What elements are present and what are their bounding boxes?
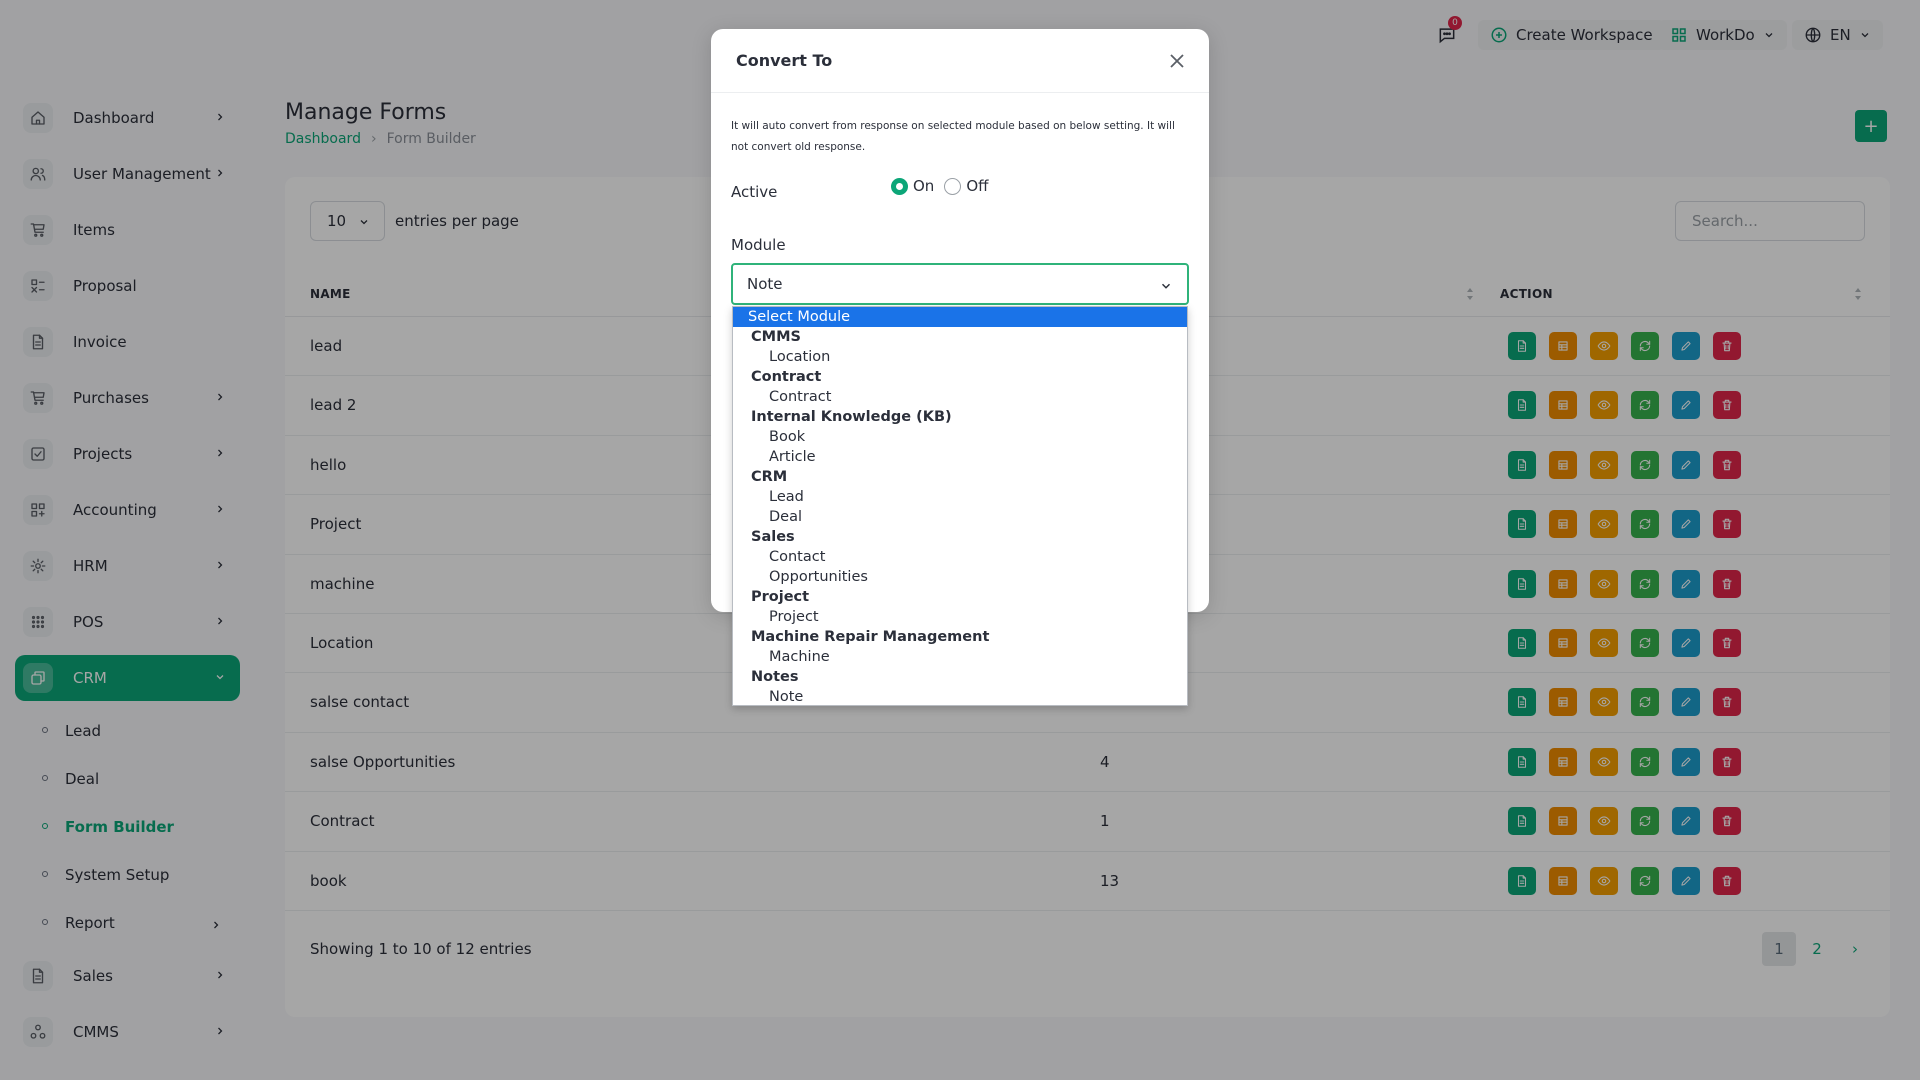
optgroup-internal-knowledge-kb: Internal Knowledge (KB) [751, 409, 952, 425]
option-select-module[interactable]: Select Module [733, 307, 1187, 327]
active-label: Active [731, 183, 778, 201]
optgroup-contract: Contract [751, 369, 822, 385]
option-article[interactable]: Article [733, 447, 1187, 467]
radio-circle [944, 177, 962, 195]
module-select-value: Note [747, 275, 783, 293]
active-radio-group: On Off [891, 177, 988, 195]
chevron-down-icon [1161, 283, 1171, 289]
optgroup-sales: Sales [751, 529, 795, 545]
modal-header: Convert To [711, 29, 1209, 93]
module-select[interactable]: Note [731, 263, 1189, 305]
optgroup-crm: CRM [751, 469, 788, 485]
modal-note: It will auto convert from response on se… [731, 120, 1175, 153]
option-contract[interactable]: Contract [733, 387, 1187, 407]
option-deal[interactable]: Deal [733, 507, 1187, 527]
radio-off-label: Off [966, 177, 989, 195]
active-on-radio[interactable]: On [891, 177, 934, 195]
option-project[interactable]: Project [733, 607, 1187, 627]
option-opportunities[interactable]: Opportunities [733, 567, 1187, 587]
modal-title: Convert To [736, 51, 833, 70]
optgroup-notes: Notes [751, 669, 799, 685]
option-contact[interactable]: Contact [733, 547, 1187, 567]
optgroup-project: Project [751, 589, 810, 605]
option-machine[interactable]: Machine [733, 647, 1187, 667]
radio-on-label: On [913, 177, 935, 195]
optgroup-cmms: CMMS [751, 329, 801, 345]
option-book[interactable]: Book [733, 427, 1187, 447]
option-note[interactable]: Note [733, 687, 1187, 707]
option-lead[interactable]: Lead [733, 487, 1187, 507]
option-location[interactable]: Location [733, 347, 1187, 367]
module-label: Module [731, 236, 786, 254]
module-dropdown-list: Select Module CMMS Location Contract Contrac… [732, 306, 1188, 706]
optgroup-machine-repair-management: Machine Repair Management [751, 629, 990, 645]
active-off-radio[interactable]: Off [944, 177, 988, 195]
close-icon[interactable] [1165, 49, 1189, 73]
radio-circle [891, 177, 908, 195]
